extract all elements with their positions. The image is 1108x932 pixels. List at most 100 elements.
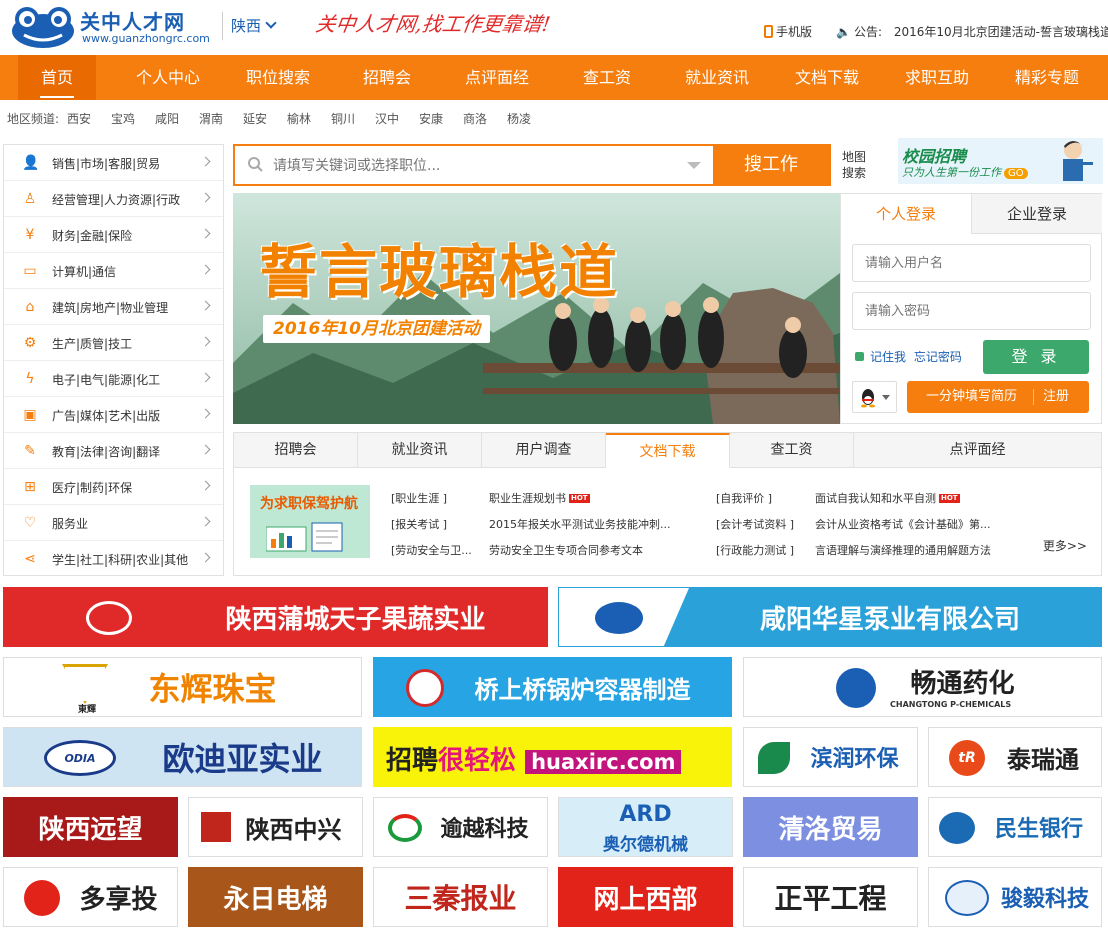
category-label: 学生|社工|科研|农业|其他 [52, 553, 189, 567]
tab-survey[interactable]: 用户调查 [482, 433, 606, 468]
company-logo[interactable]: 滨润环保 [743, 727, 918, 787]
nav-job-fair[interactable]: 招聘会 [352, 55, 422, 100]
hero-banner[interactable]: 誓言玻璃栈道 2016年10月北京团建活动 [233, 193, 840, 424]
tab-personal-login[interactable]: 个人登录 [841, 194, 971, 234]
company-logo[interactable]: 逾越科技 [373, 797, 548, 857]
doc-title[interactable]: 劳动安全卫生专项合同参考文本 [489, 542, 643, 558]
password-input[interactable] [852, 292, 1091, 330]
search-job-button[interactable]: 搜工作 [713, 146, 829, 184]
area-city[interactable]: 汉中 [375, 110, 399, 127]
map-search-link[interactable]: 地图搜索 [842, 149, 874, 181]
nav-home[interactable]: 首页 [18, 55, 96, 100]
nav-salary[interactable]: 查工资 [572, 55, 642, 100]
company-sub: CHANGTONG P-CHEMICALS [890, 700, 1012, 709]
nav-news[interactable]: 就业资讯 [675, 55, 759, 100]
nav-job-search[interactable]: 职位搜索 [236, 55, 320, 100]
area-city[interactable]: 宝鸡 [111, 110, 135, 127]
category-item[interactable]: ▭ 计算机|通信 [4, 253, 223, 289]
doc-category[interactable]: [自我评价 ] [716, 490, 772, 506]
company-logo[interactable]: 桥上桥锅炉容器制造 [373, 657, 732, 717]
company-logo[interactable]: ARD 奥尔德机械 [558, 797, 733, 857]
category-item[interactable]: ⊞ 医疗|制药|环保 [4, 469, 223, 505]
company-logo[interactable]: 三秦报业 [373, 867, 548, 927]
doc-category[interactable]: [报关考试 ] [391, 516, 447, 532]
nav-help[interactable]: 求职互助 [895, 55, 979, 100]
search-input[interactable] [273, 154, 673, 178]
doc-category[interactable]: [职业生涯 ] [391, 490, 447, 506]
tab-documents[interactable]: 文档下载 [606, 433, 730, 468]
tab-company-login[interactable]: 企业登录 [971, 194, 1102, 234]
doc-category[interactable]: [劳动安全与卫... [391, 542, 472, 558]
region-selector[interactable]: 陕西 [231, 15, 277, 36]
nav-reviews[interactable]: 点评面经 [455, 55, 539, 100]
quick-resume-button[interactable]: 一分钟填写简历 [926, 381, 1017, 413]
frog-logo-icon[interactable] [10, 5, 76, 49]
register-button[interactable]: 注册 [1043, 381, 1069, 413]
notice-text[interactable]: 2016年10月北京团建活动-誓言玻璃栈道 [894, 25, 1108, 39]
forgot-password-link[interactable]: 忘记密码 [914, 350, 962, 364]
area-city[interactable]: 榆林 [287, 110, 311, 127]
tab-job-fair[interactable]: 招聘会 [234, 433, 358, 468]
category-item[interactable]: 👤 销售|市场|客服|贸易 [4, 145, 223, 181]
remember-label[interactable]: 记住我 [870, 350, 906, 364]
remember-checkbox[interactable] [855, 352, 864, 361]
nav-topics[interactable]: 精彩专题 [1005, 55, 1089, 100]
company-logo[interactable]: 清洛贸易 [743, 797, 918, 857]
company-logo[interactable]: 骏毅科技 [928, 867, 1102, 927]
area-city[interactable]: 杨凌 [507, 110, 531, 127]
company-logo[interactable]: 陕西远望 [3, 797, 178, 857]
category-item[interactable]: ♙ 经营管理|人力资源|行政 [4, 181, 223, 217]
tab-news[interactable]: 就业资讯 [358, 433, 482, 468]
area-city[interactable]: 安康 [419, 110, 443, 127]
more-link[interactable]: 更多>> [1043, 537, 1087, 554]
company-logo[interactable]: 畅通药化 CHANGTONG P-CHEMICALS [743, 657, 1102, 717]
category-item[interactable]: ⚙ 生产|质管|技工 [4, 325, 223, 361]
username-input[interactable] [852, 244, 1091, 282]
company-logo[interactable]: 永日电梯 [188, 867, 363, 927]
dropdown-icon[interactable] [687, 162, 701, 169]
category-item[interactable]: ♡ 服务业 [4, 505, 223, 541]
doc-title[interactable]: 2015年报关水平测试业务技能冲刺... [489, 516, 670, 532]
area-city[interactable]: 商洛 [463, 110, 487, 127]
mobile-link[interactable]: 手机版 [764, 23, 812, 40]
area-city[interactable]: 铜川 [331, 110, 355, 127]
category-item[interactable]: ⋖ 学生|社工|科研|农业|其他 [4, 541, 223, 577]
tab-reviews[interactable]: 点评面经 [854, 433, 1101, 468]
doc-title[interactable]: 会计从业资格考试《会计基础》第... [815, 516, 991, 532]
doc-title[interactable]: 职业生涯规划书 HOT [489, 490, 590, 506]
company-logo[interactable]: 陕西蒲城天子果蔬实业 [3, 587, 548, 647]
company-logo[interactable]: ODIA 欧迪亚实业 [3, 727, 362, 787]
company-logo[interactable]: 民生银行 [928, 797, 1102, 857]
chevron-right-icon [200, 336, 211, 347]
company-logo[interactable]: tR 泰瑞通 [928, 727, 1102, 787]
doc-title[interactable]: 面试自我认知和水平自测 HOT [815, 490, 960, 506]
doc-category[interactable]: [会计考试资料 ] [716, 516, 794, 532]
company-logo[interactable]: 陕西中兴 [188, 797, 363, 857]
area-city[interactable]: 渭南 [199, 110, 223, 127]
area-city[interactable]: 西安 [67, 110, 91, 127]
category-item[interactable]: ϟ 电子|电气|能源|化工 [4, 361, 223, 397]
category-item[interactable]: ⌂ 建筑|房地产|物业管理 [4, 289, 223, 325]
category-item[interactable]: ✎ 教育|法律|咨询|翻译 [4, 433, 223, 469]
company-logo[interactable]: 招聘很轻松 huaxirc.com [373, 727, 732, 787]
tab-salary[interactable]: 查工资 [730, 433, 854, 468]
campus-recruit-banner[interactable]: 校园招聘 只为人生第一份工作 GO [898, 138, 1103, 184]
site-name[interactable]: 关中人才网 [80, 6, 185, 35]
nav-personal-center[interactable]: 个人中心 [126, 55, 210, 100]
notice[interactable]: 🔈 公告: 2016年10月北京团建活动-誓言玻璃栈道 [836, 23, 1108, 40]
nav-documents[interactable]: 文档下载 [785, 55, 869, 100]
company-logo[interactable]: 正平工程 [743, 867, 918, 927]
company-logo[interactable]: 多享投 [3, 867, 178, 927]
area-city[interactable]: 延安 [243, 110, 267, 127]
area-city[interactable]: 咸阳 [155, 110, 179, 127]
category-item[interactable]: ¥ 财务|金融|保险 [4, 217, 223, 253]
company-logo[interactable]: 网上西部 [558, 867, 733, 927]
category-item[interactable]: ▣ 广告|媒体|艺术|出版 [4, 397, 223, 433]
company-logo[interactable]: 咸阳华星泵业有限公司 [558, 587, 1102, 647]
login-button[interactable]: 登 录 [983, 340, 1089, 374]
doc-category[interactable]: [行政能力测试 ] [716, 542, 794, 558]
company-logo[interactable]: 東輝 东辉珠宝 [3, 657, 362, 717]
documents-promo-image[interactable]: 为求职保驾护航 [250, 485, 370, 558]
doc-title[interactable]: 言语理解与演绎推理的通用解题方法 [815, 542, 991, 558]
qq-login-dropdown[interactable] [852, 381, 897, 413]
